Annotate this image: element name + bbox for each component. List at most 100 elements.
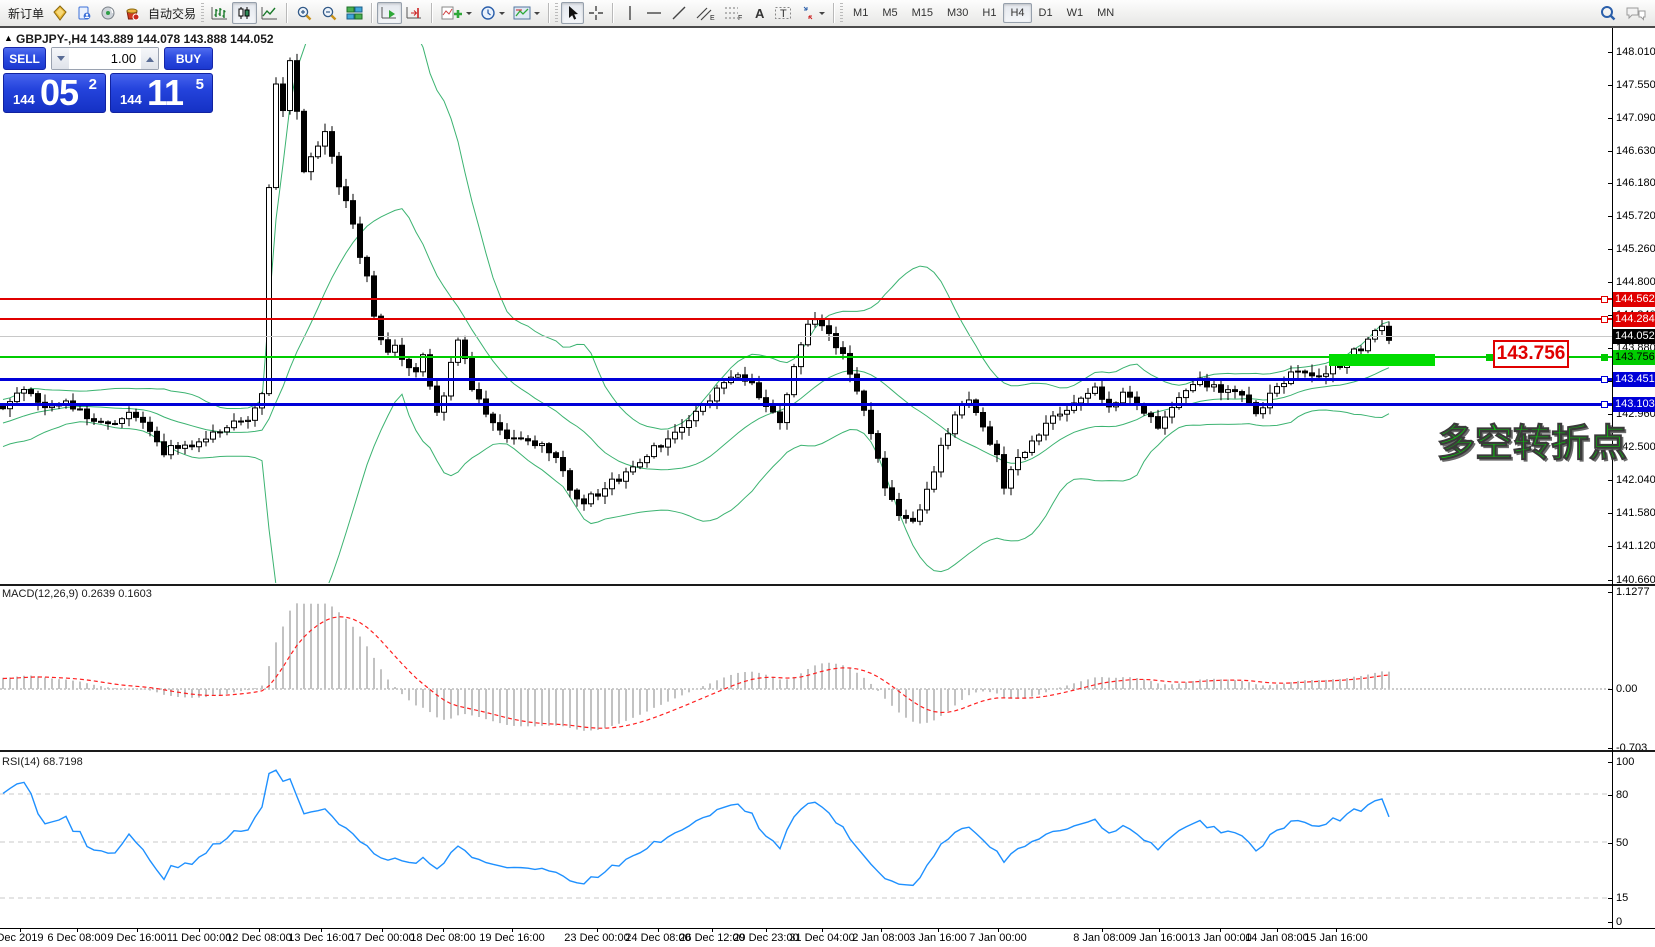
timeframe-h4[interactable]: H4 — [1003, 3, 1031, 23]
chinese-annotation[interactable]: 多空转折点 — [1437, 412, 1627, 467]
toolbar-grip — [840, 3, 843, 23]
text-label-icon[interactable]: T — [770, 2, 796, 24]
sell-pips: 05 — [40, 72, 78, 114]
timeframe-d1[interactable]: D1 — [1032, 3, 1060, 23]
arrows-icon[interactable] — [796, 2, 829, 24]
text-icon[interactable]: A — [747, 2, 770, 24]
line-anchor-square[interactable] — [1486, 354, 1493, 361]
price-tick-label: 146.180 — [1616, 176, 1655, 190]
chat-icon[interactable] — [1621, 2, 1651, 24]
price-tick — [1608, 118, 1612, 119]
time-tick — [1220, 928, 1221, 932]
time-axis-label: 18 Dec 08:00 — [410, 932, 475, 944]
timeframe-h1[interactable]: H1 — [975, 3, 1003, 23]
level-line-144.284[interactable] — [0, 318, 1612, 320]
time-axis-label: 8 Jan 08:00 — [1073, 932, 1131, 944]
time-axis-label: 9 Dec 16:00 — [107, 932, 166, 944]
time-axis-label: 2 Jan 08:00 — [852, 932, 910, 944]
autotrade-icon[interactable] — [120, 2, 144, 24]
line-end-marker — [1601, 316, 1608, 323]
time-tick — [20, 928, 21, 932]
dropdown-arrow-icon — [499, 12, 505, 18]
timeframe-m30[interactable]: M30 — [940, 3, 975, 23]
data-window-icon[interactable] — [72, 2, 96, 24]
timeframe-mn[interactable]: MN — [1090, 3, 1121, 23]
level-line-143.103[interactable] — [0, 403, 1612, 406]
toolbar-grip — [201, 3, 204, 23]
volume-decrease-button[interactable] — [52, 48, 69, 69]
trendline-icon[interactable] — [667, 2, 691, 24]
price-tick — [1608, 513, 1612, 514]
indicators-icon[interactable] — [437, 2, 476, 24]
sell-price-display[interactable]: 144 05 2 — [3, 73, 106, 113]
toolbar-separator — [431, 3, 433, 23]
buy-price-display[interactable]: 144 11 5 — [110, 73, 213, 113]
templates-icon[interactable] — [509, 2, 544, 24]
vertical-line-icon[interactable] — [618, 2, 641, 24]
chart-canvas[interactable] — [0, 28, 1612, 584]
level-line-143.451[interactable] — [0, 378, 1612, 381]
price-tick — [1608, 546, 1612, 547]
level-line-144.052[interactable] — [0, 336, 1612, 337]
sell-button[interactable]: SELL — [3, 47, 46, 70]
time-tick — [77, 928, 78, 932]
price-callout-label[interactable]: 143.756 — [1493, 340, 1569, 368]
crosshair-icon[interactable] — [584, 2, 608, 24]
line-end-marker — [1601, 354, 1608, 361]
buy-button[interactable]: BUY — [164, 47, 213, 70]
macd-scale-label: 1.1277 — [1616, 586, 1650, 598]
chart-shift-icon[interactable] — [402, 2, 427, 24]
window-collapse-icon[interactable]: ▲ — [4, 33, 13, 43]
svg-text:A: A — [755, 6, 765, 21]
toolbar-grip — [555, 3, 558, 23]
horizontal-line-icon[interactable] — [641, 2, 667, 24]
price-tag-144.562: 144.562 — [1613, 292, 1655, 307]
auto-trading-button[interactable]: 自动交易 — [144, 2, 200, 24]
dropdown-arrow-icon — [534, 12, 540, 18]
macd-label: MACD(12,26,9) 0.2639 0.1603 — [2, 588, 152, 600]
cursor-icon[interactable] — [561, 2, 584, 24]
navigator-icon[interactable] — [96, 2, 120, 24]
equidistant-channel-icon[interactable]: E — [691, 2, 719, 24]
price-tick — [1608, 480, 1612, 481]
pane-divider[interactable] — [0, 584, 1655, 586]
price-tag-143.451: 143.451 — [1613, 372, 1655, 387]
macd-tick — [1608, 689, 1612, 690]
svg-text:E: E — [710, 15, 715, 21]
chart-bars-icon[interactable] — [207, 2, 232, 24]
price-tick — [1608, 249, 1612, 250]
time-tick — [766, 928, 767, 932]
support-highlight-bar[interactable] — [1329, 354, 1435, 366]
time-axis-label: 6 Dec 08:00 — [47, 932, 106, 944]
search-icon[interactable] — [1595, 2, 1621, 24]
volume-field[interactable]: 1.00 — [69, 48, 141, 69]
time-axis-label: 19 Dec 16:00 — [479, 932, 544, 944]
timeframe-m15[interactable]: M15 — [905, 3, 940, 23]
chart-candles-icon[interactable] — [232, 2, 257, 24]
time-tick — [321, 928, 322, 932]
zoom-in-icon[interactable] — [292, 2, 317, 24]
time-axis-label: 13 Jan 00:00 — [1188, 932, 1252, 944]
price-tick — [1608, 580, 1612, 581]
price-tick — [1608, 151, 1612, 152]
time-tick — [597, 928, 598, 932]
time-tick — [382, 928, 383, 932]
level-line-144.562[interactable] — [0, 298, 1612, 300]
price-tick-label: 145.260 — [1616, 242, 1655, 256]
new-order-button[interactable]: 新订单 — [4, 2, 48, 24]
price-tick — [1608, 282, 1612, 283]
price-tick-label: 147.090 — [1616, 111, 1655, 125]
pane-divider[interactable] — [0, 750, 1655, 752]
timeframe-m1[interactable]: M1 — [846, 3, 875, 23]
zoom-out-icon[interactable] — [317, 2, 342, 24]
timeframe-m5[interactable]: M5 — [875, 3, 904, 23]
volume-increase-button[interactable] — [141, 48, 158, 69]
svg-text:T: T — [780, 8, 787, 20]
periods-icon[interactable] — [476, 2, 509, 24]
market-watch-icon[interactable] — [48, 2, 72, 24]
tile-windows-icon[interactable] — [342, 2, 367, 24]
fibonacci-icon[interactable]: F — [719, 2, 747, 24]
chart-line-icon[interactable] — [257, 2, 282, 24]
autoscroll-icon[interactable] — [377, 2, 402, 24]
timeframe-w1[interactable]: W1 — [1060, 3, 1091, 23]
